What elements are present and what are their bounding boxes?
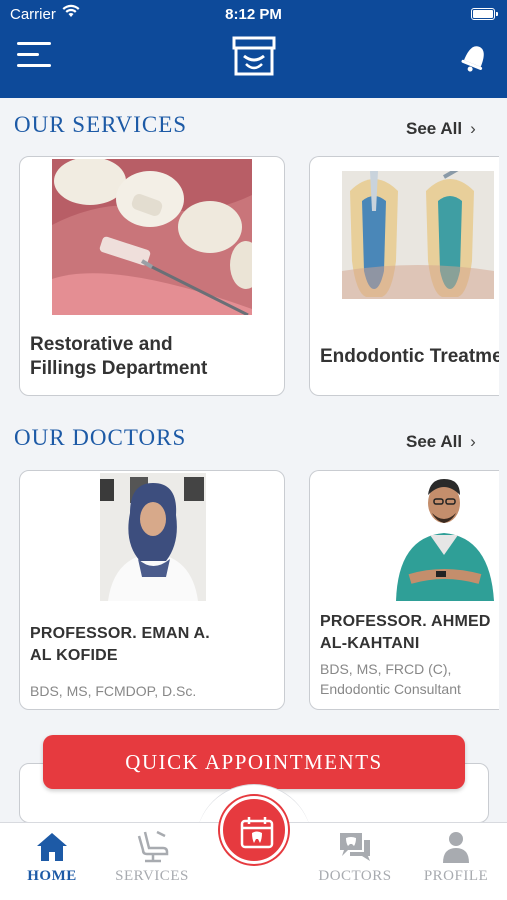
- dental-logo-icon[interactable]: [230, 34, 278, 78]
- dental-chair-icon: [137, 830, 169, 863]
- doctors-section-title: OUR DOCTORS: [14, 425, 187, 450]
- services-section-title: OUR SERVICES: [14, 112, 188, 137]
- battery-icon: [471, 8, 498, 20]
- status-time: 8:12 PM: [225, 6, 282, 23]
- quick-appointments-button[interactable]: QUICK APPOINTMENTS: [43, 735, 465, 789]
- see-all-label: See All: [406, 432, 463, 451]
- service-card[interactable]: Endodontic Treatment: [309, 156, 499, 396]
- service-card[interactable]: Restorative and Fillings Department: [19, 156, 285, 396]
- tab-profile[interactable]: PROFILE: [406, 828, 506, 892]
- tab-doctors[interactable]: DOCTORS: [305, 828, 405, 892]
- doctor-card[interactable]: PROFESSOR. AHMED AL-KAHTANI BDS, MS, FRC…: [309, 470, 499, 710]
- home-icon: [37, 833, 67, 861]
- tab-label: PROFILE: [423, 868, 489, 884]
- restorative-fillings-image: [52, 159, 252, 315]
- profile-icon: [443, 832, 469, 863]
- doctor-qualifications: BDS, MS, FRCD (C), Endodontic Consultant: [320, 661, 461, 697]
- service-card-title: Endodontic Treatment: [320, 346, 499, 367]
- doctor-name: PROFESSOR. AHMED AL-KAHTANI: [320, 613, 491, 652]
- service-card-title: Restorative and Fillings Department: [30, 334, 208, 379]
- status-bar: Carrier 8:12 PM: [0, 0, 507, 28]
- calendar-tooth-icon[interactable]: [220, 796, 288, 864]
- see-all-label: See All: [406, 119, 463, 138]
- chevron-right-icon: ›: [470, 432, 476, 451]
- doctor-qualifications: BDS, MS, FCMDOP, D.Sc.: [30, 683, 197, 699]
- tab-services[interactable]: SERVICES: [102, 828, 202, 892]
- tab-label: HOME: [27, 868, 77, 884]
- tab-home[interactable]: HOME: [2, 828, 102, 892]
- endodontic-treatment-image: [342, 171, 494, 299]
- top-navigation-bar: Carrier 8:12 PM: [0, 0, 507, 98]
- doctor-photo: [100, 473, 206, 601]
- tab-label: DOCTORS: [318, 868, 392, 884]
- tab-label: SERVICES: [115, 868, 189, 884]
- doctors-see-all-link[interactable]: See All ›: [406, 432, 496, 452]
- doctor-photo: [390, 473, 498, 601]
- bell-icon[interactable]: [458, 40, 492, 74]
- doctor-card[interactable]: PROFESSOR. EMAN A. AL KOFIDE BDS, MS, FC…: [19, 470, 285, 710]
- chevron-right-icon: ›: [470, 119, 476, 138]
- services-see-all-link[interactable]: See All ›: [406, 119, 496, 139]
- doctors-chat-icon: [340, 833, 370, 861]
- doctor-name: PROFESSOR. EMAN A. AL KOFIDE: [30, 625, 210, 664]
- hamburger-icon[interactable]: [17, 40, 55, 70]
